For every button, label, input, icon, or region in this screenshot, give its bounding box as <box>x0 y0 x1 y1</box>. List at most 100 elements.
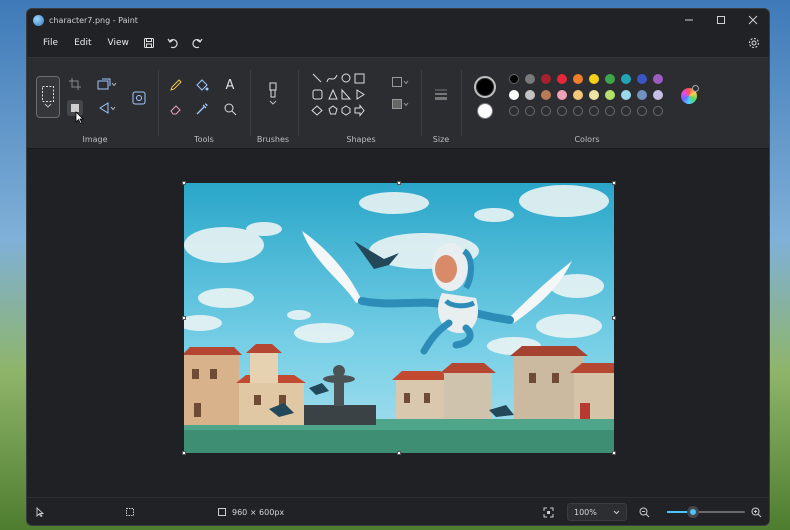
custom-color-slot[interactable] <box>509 106 519 116</box>
color-swatch[interactable] <box>525 74 535 84</box>
pencil-button[interactable] <box>167 76 185 94</box>
shape-fill-button[interactable] <box>385 96 415 112</box>
color-swatch[interactable] <box>589 74 599 84</box>
resize-handle[interactable] <box>612 316 616 320</box>
color-swatch[interactable] <box>653 90 663 100</box>
edit-colors-button[interactable] <box>681 85 699 104</box>
brushes-group: Brushes <box>253 64 293 144</box>
colors-group: Colors <box>467 64 707 144</box>
plus-icon <box>692 85 699 92</box>
crop-icon <box>69 78 81 90</box>
canvas-size-icon <box>218 508 226 516</box>
color-swatch[interactable] <box>541 90 551 100</box>
zoom-out-icon <box>639 507 650 517</box>
crop-button[interactable] <box>67 76 83 92</box>
resize-handle[interactable] <box>612 181 616 185</box>
size-button[interactable] <box>431 84 451 104</box>
color-picker-button[interactable] <box>193 100 211 118</box>
secondary-color-button[interactable] <box>477 103 493 119</box>
color-swatch[interactable] <box>557 90 567 100</box>
redo-button[interactable] <box>185 37 209 49</box>
chevron-down-icon <box>44 103 52 108</box>
undo-button[interactable] <box>161 37 185 49</box>
resize-handle[interactable] <box>397 181 401 185</box>
minimize-button[interactable] <box>673 9 705 31</box>
primary-color-button[interactable] <box>474 76 496 98</box>
size-group-label: Size <box>432 135 450 144</box>
custom-color-slot[interactable] <box>653 106 663 116</box>
shape-outline-button[interactable] <box>385 74 415 90</box>
resize-handle[interactable] <box>397 451 401 455</box>
color-swatch[interactable] <box>541 74 551 84</box>
color-swatch[interactable] <box>621 90 631 100</box>
custom-color-slot[interactable] <box>557 106 567 116</box>
custom-color-slot[interactable] <box>525 106 535 116</box>
fit-to-window-button[interactable] <box>543 498 554 525</box>
brushes-button[interactable] <box>263 76 283 112</box>
menu-view[interactable]: View <box>100 38 137 48</box>
redo-icon <box>192 38 203 49</box>
chevron-down-icon <box>111 82 117 86</box>
color-swatch[interactable] <box>605 90 615 100</box>
paint-bucket-icon <box>196 79 209 91</box>
zoom-out-button[interactable] <box>639 498 650 525</box>
selection-button[interactable] <box>36 76 60 118</box>
color-swatch[interactable] <box>653 74 663 84</box>
resize-handle[interactable] <box>612 451 616 455</box>
brush-icon <box>269 82 277 98</box>
resize-handle[interactable] <box>182 316 186 320</box>
custom-color-slot[interactable] <box>637 106 647 116</box>
magnifier-button[interactable] <box>221 100 239 118</box>
color-swatch[interactable] <box>509 90 519 100</box>
image-group: Image <box>33 64 157 144</box>
color-swatch[interactable] <box>557 74 567 84</box>
close-icon <box>748 15 758 25</box>
color-swatch[interactable] <box>509 74 519 84</box>
color-swatch[interactable] <box>573 90 583 100</box>
custom-color-slot[interactable] <box>605 106 615 116</box>
color-swatch[interactable] <box>573 74 583 84</box>
color-swatch[interactable] <box>637 90 647 100</box>
canvas-area[interactable] <box>27 149 769 497</box>
close-button[interactable] <box>737 9 769 31</box>
zoom-slider[interactable] <box>667 506 745 518</box>
color-swatch[interactable] <box>589 90 599 100</box>
resize-button[interactable] <box>93 76 121 92</box>
image-creator-button[interactable] <box>129 88 149 108</box>
rotate-icon <box>99 102 109 114</box>
custom-color-slot[interactable] <box>621 106 631 116</box>
custom-color-slot[interactable] <box>589 106 599 116</box>
menu-file[interactable]: File <box>35 38 66 48</box>
color-swatch[interactable] <box>605 74 615 84</box>
selection-rectangle-icon <box>42 86 54 102</box>
shapes-gallery[interactable] <box>311 72 375 120</box>
eyedropper-icon <box>196 103 208 115</box>
color-swatch[interactable] <box>525 90 535 100</box>
title-bar: character7.png - Paint <box>27 9 769 31</box>
paint-window: character7.png - Paint File Edit View Im… <box>26 8 770 526</box>
custom-color-slot[interactable] <box>573 106 583 116</box>
tools-group: A Tools <box>161 64 247 144</box>
text-button[interactable]: A <box>221 76 239 94</box>
size-group: Size <box>425 64 457 144</box>
color-swatch[interactable] <box>621 74 631 84</box>
menu-bar: File Edit View <box>27 31 769 55</box>
settings-button[interactable] <box>739 37 769 49</box>
resize-handle[interactable] <box>182 451 186 455</box>
custom-color-slot[interactable] <box>541 106 551 116</box>
save-button[interactable] <box>137 37 161 49</box>
resize-handle[interactable] <box>182 181 186 185</box>
canvas-size: 960 × 600px <box>217 498 284 525</box>
zoom-in-button[interactable] <box>751 498 762 525</box>
zoom-dropdown[interactable]: 100% <box>567 503 627 521</box>
rotate-button[interactable] <box>93 100 121 116</box>
menu-edit[interactable]: Edit <box>66 38 99 48</box>
zoom-in-icon <box>751 507 762 517</box>
maximize-button[interactable] <box>705 9 737 31</box>
image-canvas[interactable] <box>184 183 614 453</box>
fill-button[interactable] <box>193 76 211 94</box>
maximize-icon <box>717 16 725 24</box>
zoom-slider-thumb[interactable] <box>686 506 699 518</box>
color-swatch[interactable] <box>637 74 647 84</box>
eraser-button[interactable] <box>167 100 185 118</box>
